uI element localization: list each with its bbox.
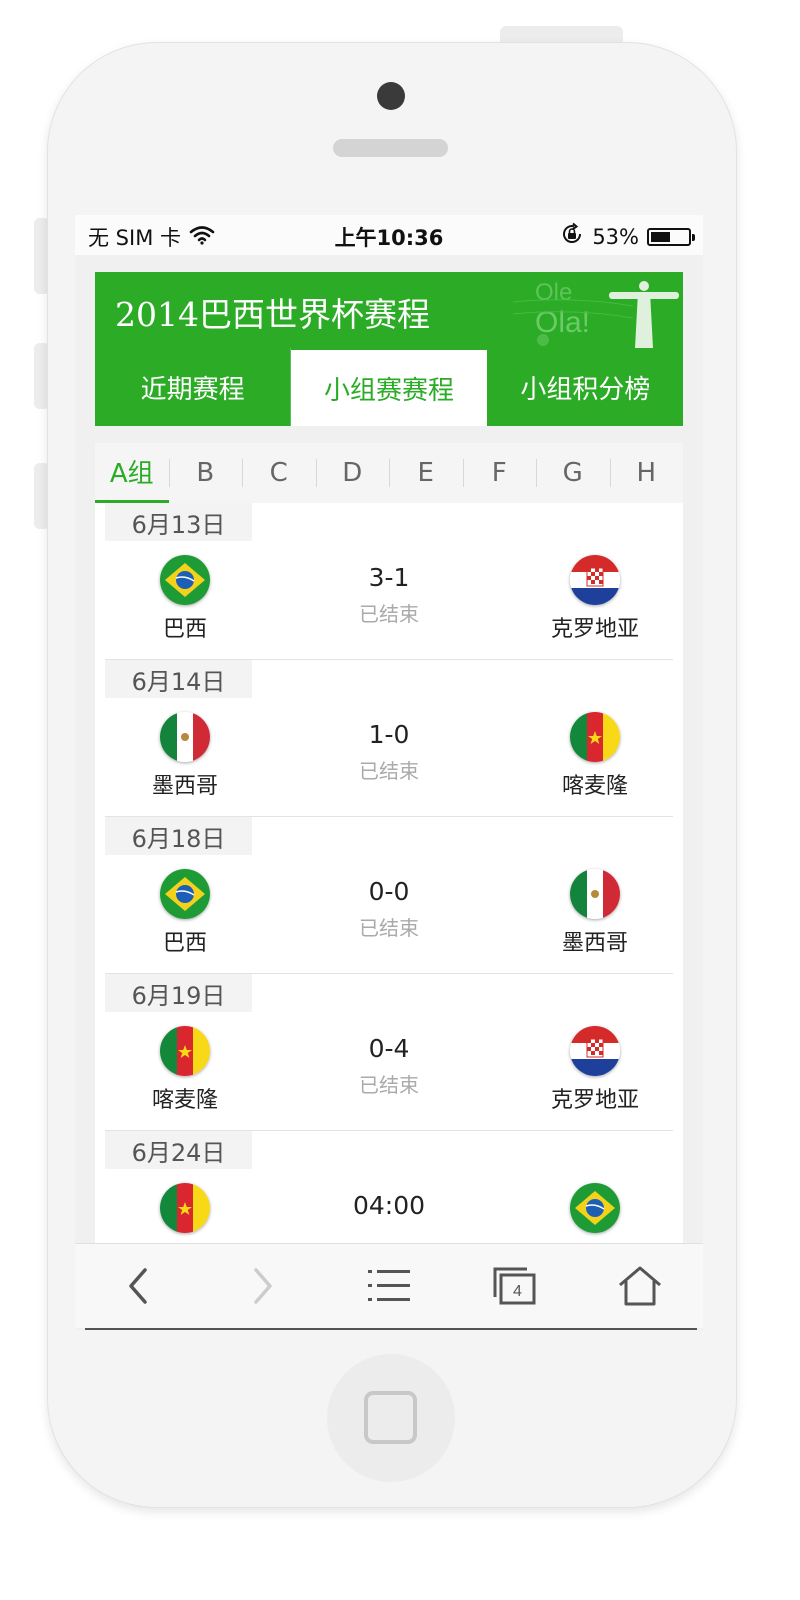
home-button[interactable] [327, 1354, 455, 1482]
home-button-square-icon [364, 1391, 417, 1444]
group-tab-h[interactable]: H [609, 443, 684, 503]
cameroon-flag-icon [570, 712, 620, 762]
tab-label: 小组积分榜 [520, 374, 651, 405]
forward-button[interactable] [201, 1244, 327, 1328]
away-team-name: 克罗地亚 [550, 617, 639, 642]
tab-recent-schedule[interactable]: 近期赛程 [95, 348, 292, 426]
croatia-flag-icon [570, 555, 620, 605]
toolbar-divider [85, 1328, 697, 1330]
away-team-name: 墨西哥 [561, 931, 628, 956]
brazil-flag-icon [160, 555, 210, 605]
cameroon-flag-icon [160, 1183, 210, 1233]
group-tab-e[interactable]: E [389, 443, 463, 503]
cameroon-flag-icon [160, 1026, 210, 1076]
phone-screen: 无 SIM 卡 上午10:36 53% 2014巴西世界杯赛程 Ole Ola!… [75, 215, 703, 1330]
home-team: 巴西 [105, 555, 265, 643]
home-team-name: 墨西哥 [151, 774, 218, 799]
tab-group-standings[interactable]: 小组积分榜 [488, 348, 683, 426]
mexico-flag-icon [570, 869, 620, 919]
tabs-button[interactable]: 4 [452, 1244, 578, 1328]
home-team-name: 巴西 [162, 931, 207, 956]
match-card[interactable]: 6月19日 喀麦隆 0-4 已结束 克罗地亚 [105, 974, 673, 1131]
croatia-flag-icon [570, 1026, 620, 1076]
brazil-flag-icon [160, 869, 210, 919]
score-box: 04:00 [313, 1191, 465, 1226]
battery-tip [692, 233, 695, 241]
home-team: 巴西 [105, 869, 265, 957]
match-card[interactable]: 6月13日 巴西 3-1 已结束 克罗地亚 [105, 503, 673, 660]
brazil-flag-icon [570, 1183, 620, 1233]
battery-percent: 53% [592, 224, 639, 249]
tab-label: 小组赛赛程 [323, 375, 454, 406]
away-team: 克罗地亚 [515, 555, 675, 643]
away-team: 克罗地亚 [515, 1026, 675, 1114]
group-tab-f[interactable]: F [462, 443, 537, 503]
match-date: 6月24日 [105, 1131, 252, 1169]
home-page-button[interactable] [577, 1244, 703, 1328]
forward-arrow-icon [254, 1268, 273, 1304]
home-team: 喀麦隆 [105, 1026, 265, 1114]
home-team: 墨西哥 [105, 712, 265, 800]
score-box: 0-0 已结束 [313, 877, 465, 941]
back-arrow-icon [129, 1268, 147, 1304]
home-team-name: 巴西 [162, 617, 207, 642]
home-team-name: 喀麦隆 [151, 1088, 218, 1113]
away-team [515, 1183, 675, 1239]
match-status: 已结束 [359, 759, 419, 783]
group-tab-b[interactable]: B [168, 443, 243, 503]
tabs-icon: 4 [493, 1267, 536, 1305]
group-tab-g[interactable]: G [536, 443, 610, 503]
group-tab-c[interactable]: C [242, 443, 316, 503]
battery-level-fill [651, 231, 670, 242]
browser-toolbar: 4 [75, 1243, 703, 1328]
menu-button[interactable] [326, 1244, 452, 1328]
match-date: 6月18日 [105, 817, 252, 855]
status-bar: 无 SIM 卡 上午10:36 53% [75, 215, 703, 255]
group-selector: A组 B C D E F G H [95, 443, 683, 503]
christ-the-redeemer-decoration: Ole Ola! [513, 279, 679, 348]
home-team [105, 1183, 265, 1239]
group-tab-d[interactable]: D [315, 443, 390, 503]
battery-icon [647, 227, 695, 246]
back-button[interactable] [75, 1244, 201, 1328]
match-card[interactable]: 6月14日 墨西哥 1-0 已结束 喀麦隆 [105, 660, 673, 817]
match-status: 已结束 [359, 916, 419, 940]
match-list: 6月13日 巴西 3-1 已结束 克罗地亚 6月14日 墨西哥 1-0 已结束 … [95, 503, 683, 1243]
page-title: 2014巴西世界杯赛程 [115, 295, 430, 334]
front-camera [377, 82, 405, 110]
match-date: 6月19日 [105, 974, 252, 1012]
deco-ole-text: Ole [535, 279, 572, 306]
main-tabs: 近期赛程 小组赛赛程 小组积分榜 [95, 348, 683, 426]
tab-group-schedule[interactable]: 小组赛赛程 [291, 348, 488, 426]
tab-label: 近期赛程 [140, 374, 245, 405]
score-box: 3-1 已结束 [313, 563, 465, 627]
match-card[interactable]: 6月24日 04:00 [105, 1131, 673, 1243]
home-icon [619, 1266, 662, 1306]
match-card[interactable]: 6月18日 巴西 0-0 已结束 墨西哥 [105, 817, 673, 974]
away-team: 喀麦隆 [515, 712, 675, 800]
away-team-name: 喀麦隆 [561, 774, 628, 799]
rotation-lock-icon [560, 222, 584, 251]
group-tab-a[interactable]: A组 [95, 443, 169, 503]
menu-list-icon [367, 1270, 410, 1301]
away-team-name: 克罗地亚 [550, 1088, 639, 1113]
match-score: 3-1 [368, 563, 410, 592]
away-team: 墨西哥 [515, 869, 675, 957]
match-score: 0-4 [368, 1034, 410, 1063]
earpiece-speaker [333, 139, 448, 157]
score-box: 1-0 已结束 [313, 720, 465, 784]
status-right: 53% [560, 222, 695, 251]
match-date: 6月13日 [105, 503, 252, 541]
match-status: 已结束 [359, 1073, 419, 1097]
score-box: 0-4 已结束 [313, 1034, 465, 1098]
match-score: 0-0 [368, 877, 410, 906]
match-score: 04:00 [352, 1191, 426, 1220]
match-score: 1-0 [368, 720, 410, 749]
tabs-count: 4 [513, 1283, 522, 1300]
mexico-flag-icon [160, 712, 210, 762]
match-date: 6月14日 [105, 660, 252, 698]
deco-ola-text: Ola! [535, 306, 590, 339]
match-status: 已结束 [359, 602, 419, 626]
page-header: 2014巴西世界杯赛程 Ole Ola! [95, 272, 683, 348]
